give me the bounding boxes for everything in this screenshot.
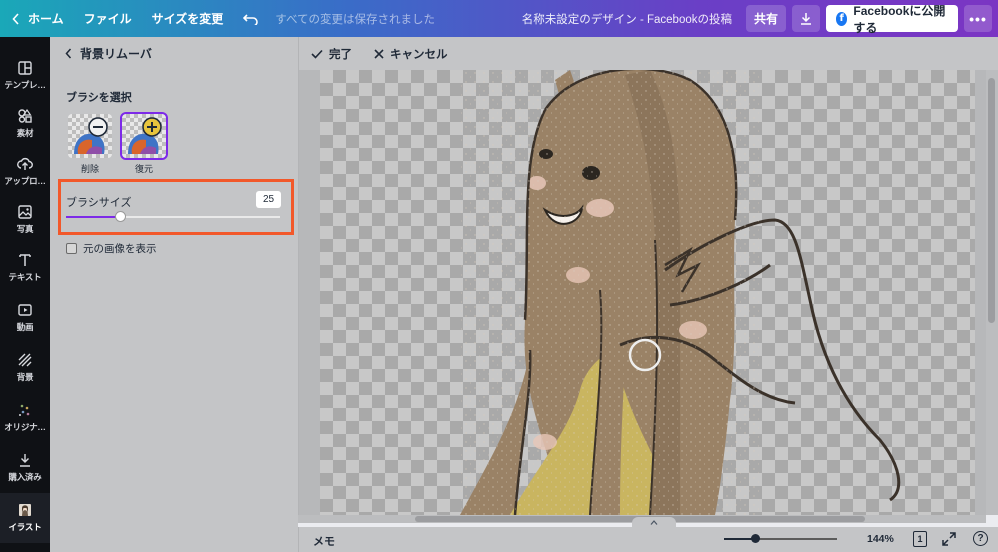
- facebook-icon: f: [836, 11, 848, 26]
- cancel-button[interactable]: キャンセル: [374, 46, 448, 62]
- rail-item-text[interactable]: テキスト: [0, 243, 50, 293]
- chevron-left-icon: [65, 48, 72, 59]
- rail-item-uploads[interactable]: アップロ…: [0, 147, 50, 197]
- fullscreen-icon[interactable]: [942, 532, 956, 546]
- document-title[interactable]: 名称未設定のデザイン - Facebookの投稿: [522, 11, 746, 27]
- page-count-button[interactable]: 1: [913, 531, 927, 547]
- brush-size-control: ブラシサイズ 25: [58, 179, 294, 235]
- help-label: ?: [977, 533, 984, 544]
- rail-label-illustration: イラスト: [8, 522, 42, 532]
- vertical-scrollbar[interactable]: [986, 70, 998, 515]
- zoom-level[interactable]: 144%: [867, 533, 894, 545]
- rail-item-illustration[interactable]: イラスト: [0, 493, 50, 543]
- zoom-slider[interactable]: [724, 534, 837, 543]
- chevron-up-icon: [650, 519, 658, 525]
- resize-label: サイズを変更: [151, 12, 224, 26]
- background-remover-panel: 背景リムーバ ブラシを選択 削除 復元 ブラシサイズ 25 元の画像を表示: [50, 37, 298, 552]
- brush-size-slider[interactable]: [66, 211, 280, 222]
- action-bar: 完了 キャンセル: [298, 37, 998, 70]
- text-icon: [19, 254, 31, 266]
- publish-facebook-button[interactable]: f Facebookに公開する: [826, 4, 958, 35]
- upload-icon: [17, 157, 33, 170]
- resize-button[interactable]: サイズを変更: [142, 0, 234, 37]
- more-button[interactable]: •••: [964, 5, 992, 32]
- more-dots-icon: •••: [969, 10, 987, 27]
- done-button[interactable]: 完了: [311, 46, 352, 62]
- rail-item-templates[interactable]: テンプレ…: [0, 51, 50, 101]
- vertical-scrollbar-thumb[interactable]: [988, 78, 995, 323]
- save-status: すべての変更は保存されました: [275, 13, 436, 26]
- show-original-checkbox[interactable]: [66, 243, 77, 254]
- publish-label: Facebookに公開する: [853, 3, 946, 35]
- download-button[interactable]: [792, 5, 820, 32]
- left-rail: テンプレ… 素材 アップロ… 写真 テキスト 動画 背景 オリジナ… 購入済み …: [0, 37, 50, 552]
- home-label: ホーム: [28, 12, 64, 26]
- brush-restore-thumbnail: [120, 112, 168, 160]
- rail-label-text: テキスト: [8, 272, 42, 282]
- brush-restore-option[interactable]: 復元: [120, 112, 168, 175]
- edited-image[interactable]: [320, 70, 975, 515]
- canvas-workspace[interactable]: [298, 70, 986, 515]
- rail-label-uploads: アップロ…: [4, 176, 46, 186]
- photo-icon: [18, 205, 32, 219]
- rail-item-purchased[interactable]: 購入済み: [0, 443, 50, 493]
- download-icon: [801, 13, 811, 25]
- brush-size-input[interactable]: 25: [256, 191, 281, 208]
- rail-item-original[interactable]: オリジナ…: [0, 393, 50, 443]
- erase-brush-icon: [74, 117, 108, 154]
- brush-size-label: ブラシサイズ: [66, 197, 132, 209]
- bottom-bar: メモ 144% 1 ?: [298, 527, 998, 552]
- rail-item-elements[interactable]: 素材: [0, 99, 50, 149]
- rail-label-video: 動画: [16, 322, 34, 332]
- rail-label-photos: 写真: [16, 224, 34, 234]
- check-icon: [311, 49, 323, 59]
- brush-erase-option[interactable]: 削除: [67, 114, 113, 175]
- elements-icon: [18, 108, 32, 123]
- home-button[interactable]: ホーム: [0, 0, 74, 37]
- rail-item-photos[interactable]: 写真: [0, 195, 50, 245]
- share-label: 共有: [753, 12, 778, 26]
- done-label: 完了: [329, 48, 352, 61]
- show-original-toggle[interactable]: 元の画像を表示: [66, 241, 157, 256]
- undo-icon: [243, 13, 259, 25]
- restore-brush-icon: [128, 117, 162, 154]
- illustration-icon: [19, 504, 31, 516]
- download-icon: [20, 454, 30, 467]
- memo-button[interactable]: メモ: [313, 533, 335, 549]
- brush-erase-label: 削除: [80, 164, 99, 174]
- panel-back-button[interactable]: 背景リムーバ: [50, 37, 298, 70]
- page-number: 1: [917, 534, 923, 544]
- share-button[interactable]: 共有: [746, 5, 786, 32]
- show-original-label: 元の画像を表示: [83, 243, 157, 255]
- brush-restore-label: 復元: [134, 164, 153, 174]
- zoom-slider-fill: [724, 538, 755, 540]
- chevron-left-icon: [12, 12, 19, 25]
- brush-size-slider-thumb[interactable]: [114, 211, 126, 222]
- rail-label-elements: 素材: [16, 128, 34, 138]
- rail-label-background: 背景: [16, 372, 34, 382]
- cancel-label: キャンセル: [390, 48, 448, 61]
- rail-label-original: オリジナ…: [4, 422, 46, 432]
- rail-item-video[interactable]: 動画: [0, 293, 50, 343]
- file-menu-label: ファイル: [83, 12, 132, 26]
- brush-erase-thumbnail: [68, 114, 112, 158]
- zoom-slider-thumb[interactable]: [750, 534, 760, 543]
- brush-size-slider-fill: [66, 216, 120, 218]
- original-icon: [19, 404, 30, 416]
- file-menu-button[interactable]: ファイル: [74, 0, 142, 37]
- close-icon: [374, 48, 384, 59]
- illustration-girl-image: [460, 70, 901, 515]
- rail-label-templates: テンプレ…: [4, 80, 46, 90]
- help-button[interactable]: ?: [973, 531, 988, 546]
- rail-item-background[interactable]: 背景: [0, 343, 50, 393]
- rail-label-purchased: 購入済み: [8, 472, 42, 482]
- video-icon: [18, 304, 32, 316]
- brush-select-title: ブラシを選択: [66, 92, 132, 104]
- undo-button[interactable]: [233, 0, 269, 37]
- template-icon: [18, 61, 32, 75]
- background-icon: [18, 353, 32, 367]
- notes-expand-button[interactable]: [632, 517, 676, 527]
- top-bar: ホーム ファイル サイズを変更 すべての変更は保存されました 名称未設定のデザイ…: [0, 0, 998, 37]
- panel-title: 背景リムーバ: [80, 47, 152, 61]
